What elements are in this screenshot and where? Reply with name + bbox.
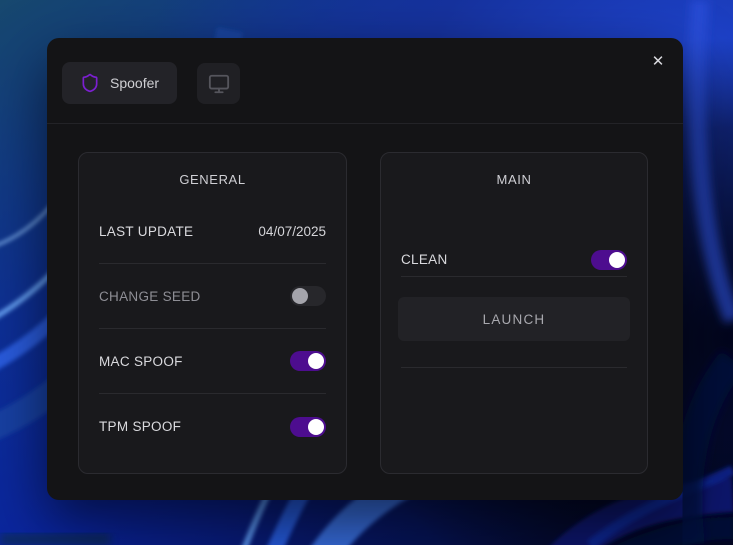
tpm-spoof-toggle[interactable] xyxy=(290,417,326,437)
tab-spoofer[interactable]: Spoofer xyxy=(62,62,177,104)
tpm-spoof-label: TPM SPOOF xyxy=(99,419,181,434)
change-seed-toggle[interactable] xyxy=(290,286,326,306)
launch-button[interactable]: LAUNCH xyxy=(398,297,630,341)
close-button[interactable]: ✕ xyxy=(645,48,671,74)
clean-toggle[interactable] xyxy=(591,250,627,270)
general-panel-title: GENERAL xyxy=(79,153,346,199)
main-panel-title: MAIN xyxy=(381,153,647,199)
last-update-label: LAST UPDATE xyxy=(99,224,193,239)
tab-spoofer-label: Spoofer xyxy=(110,75,159,91)
toggle-knob xyxy=(292,288,308,304)
change-seed-row: CHANGE SEED xyxy=(99,264,326,329)
clean-label: CLEAN xyxy=(401,252,448,267)
tab-monitor[interactable] xyxy=(197,63,240,104)
close-icon: ✕ xyxy=(652,52,665,70)
monitor-icon xyxy=(208,73,230,95)
window-content: GENERAL LAST UPDATE 04/07/2025 CHANGE SE… xyxy=(47,124,683,474)
spoofer-app-window: ✕ Spoofer GENERAL L xyxy=(47,38,683,500)
last-update-row: LAST UPDATE 04/07/2025 xyxy=(99,199,326,264)
toggle-knob xyxy=(609,252,625,268)
clean-row: CLEAN xyxy=(401,243,627,277)
main-panel: MAIN CLEAN LAUNCH xyxy=(380,152,648,474)
mac-spoof-row: MAC SPOOF xyxy=(99,329,326,394)
main-panel-divider xyxy=(401,367,627,368)
toggle-knob xyxy=(308,353,324,369)
toggle-knob xyxy=(308,419,324,435)
change-seed-label: CHANGE SEED xyxy=(99,289,201,304)
mac-spoof-toggle[interactable] xyxy=(290,351,326,371)
general-panel: GENERAL LAST UPDATE 04/07/2025 CHANGE SE… xyxy=(78,152,347,474)
last-update-value: 04/07/2025 xyxy=(258,224,326,239)
mac-spoof-label: MAC SPOOF xyxy=(99,354,183,369)
tab-bar: Spoofer xyxy=(47,38,683,124)
shield-icon xyxy=(80,73,100,93)
tpm-spoof-row: TPM SPOOF xyxy=(99,394,326,459)
